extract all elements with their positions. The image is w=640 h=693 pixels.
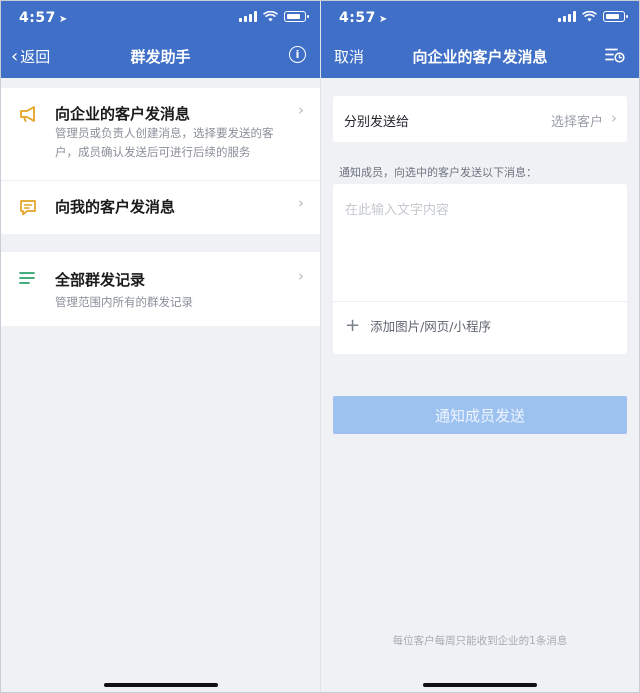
wifi-icon (263, 11, 278, 22)
wifi-icon (582, 11, 597, 22)
message-icon (20, 200, 36, 216)
cellular-signal-icon (239, 11, 257, 22)
page-title: 群发助手 (130, 48, 191, 66)
history-button[interactable] (605, 47, 625, 67)
location-arrow-icon: ➤ (58, 14, 68, 25)
home-indicator (423, 683, 537, 687)
message-placeholder: 在此输入文字内容 (345, 203, 450, 218)
status-time-text: 4:57 (339, 10, 376, 26)
right-screen: 4:57 ➤ 取消 向企业的客户发消息 分别发送给 选择客户 › 通知成员，向选… (321, 0, 639, 693)
info-button[interactable]: i (289, 46, 306, 63)
list-item-title: 向企业的客户发消息 (55, 105, 191, 123)
send-to-label: 分别发送给 (344, 115, 410, 130)
status-time: 4:57 ➤ (339, 10, 388, 26)
chevron-right-icon: › (298, 267, 304, 285)
info-icon: i (289, 46, 306, 63)
page-title: 向企业的客户发消息 (412, 48, 548, 66)
select-customer-row[interactable]: 分别发送给 选择客户 › (333, 96, 627, 142)
plus-icon: + (345, 314, 361, 336)
list-item-title: 全部群发记录 (55, 271, 146, 289)
list-item-desc: 管理员或负责人创建消息，选择要发送的客户，成员确认发送后可进行后续的服务 (55, 126, 274, 159)
message-input[interactable]: 在此输入文字内容 (333, 184, 627, 301)
chevron-right-icon: › (611, 109, 617, 127)
footer-note: 每位客户每周只能收到企业的1条消息 (392, 635, 568, 647)
battery-icon (603, 11, 628, 22)
right-nav-bar: 4:57 ➤ 取消 向企业的客户发消息 (321, 0, 639, 78)
battery-icon (284, 11, 309, 22)
notify-hint: 通知成员，向选中的客户发送以下消息： (339, 166, 537, 179)
list-item-desc: 管理范围内所有的群发记录 (55, 295, 193, 309)
status-time-text: 4:57 (19, 10, 56, 26)
megaphone-icon (20, 106, 35, 122)
list-item-all-records[interactable]: 全部群发记录 管理范围内所有的群发记录 › (1, 252, 320, 326)
add-media-button[interactable]: + 添加图片/网页/小程序 (345, 316, 627, 335)
cellular-signal-icon (558, 11, 576, 22)
chevron-right-icon: › (298, 194, 304, 212)
divider (333, 301, 627, 302)
list-item-title: 向我的客户发消息 (55, 198, 176, 216)
send-options-card: 向企业的客户发消息 管理员或负责人创建消息，选择要发送的客户，成员确认发送后可进… (1, 88, 320, 234)
list-icon (19, 272, 35, 284)
notify-send-button[interactable]: 通知成员发送 (333, 396, 627, 434)
chevron-right-icon: › (298, 101, 304, 119)
location-arrow-icon: ➤ (378, 14, 388, 25)
left-screen: 4:57 ➤ ‹ 返回 群发助手 i 向企业的客户发消息 管理员或负责人创建消息… (1, 0, 320, 693)
history-icon (605, 48, 625, 63)
message-card: 在此输入文字内容 + 添加图片/网页/小程序 (333, 184, 627, 354)
select-customer-value: 选择客户 (550, 115, 603, 130)
left-nav-bar: 4:57 ➤ ‹ 返回 群发助手 i (1, 0, 320, 78)
add-media-label: 添加图片/网页/小程序 (370, 319, 492, 334)
list-item-send-to-my-customers[interactable]: 向我的客户发消息 › (1, 181, 320, 234)
status-icons (239, 11, 309, 22)
list-item-send-to-company-customers[interactable]: 向企业的客户发消息 管理员或负责人创建消息，选择要发送的客户，成员确认发送后可进… (1, 88, 320, 180)
records-card: 全部群发记录 管理范围内所有的群发记录 › (1, 252, 320, 326)
status-time: 4:57 ➤ (19, 10, 68, 26)
home-indicator (104, 683, 218, 687)
status-icons (558, 11, 628, 22)
